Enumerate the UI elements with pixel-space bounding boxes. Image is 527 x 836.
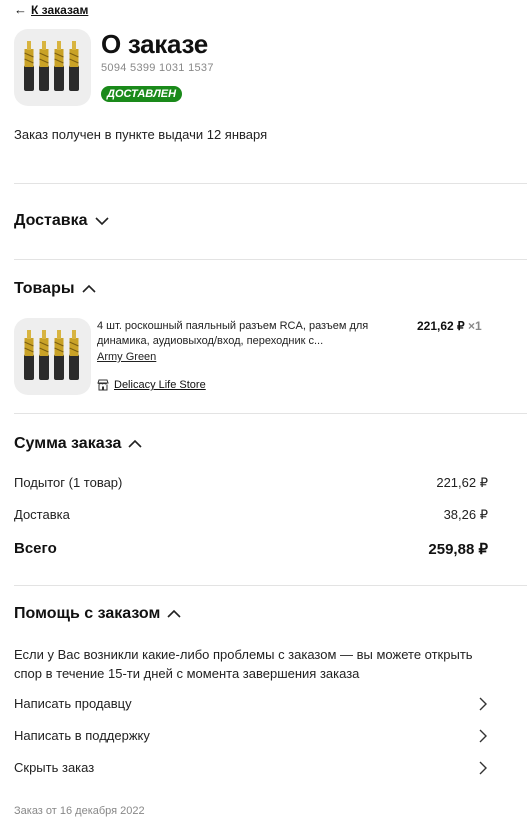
chevron-right-icon [479,729,487,742]
contact-seller-label: Написать продавцу [14,696,132,711]
product-name[interactable]: 4 шт. роскошный паяльный разъем RCA, раз… [97,319,397,349]
section-items-toggle[interactable]: Товары [14,280,97,298]
delivery-label: Доставка [14,507,70,522]
back-link-label: К заказам [31,2,89,17]
product-variant[interactable]: Army Green [97,351,156,363]
chevron-right-icon [479,761,487,774]
order-number: 5094 5399 1031 1537 [101,62,214,74]
chevron-up-icon [81,284,96,293]
page-title: О заказе [101,29,208,59]
summary-subtotal-row: Подытог (1 товар) 221,62 ₽ [14,475,488,491]
total-label: Всего [14,540,57,557]
section-delivery-toggle[interactable]: Доставка [14,212,110,230]
contact-support-link[interactable]: Написать в поддержку [14,728,488,743]
divider [14,413,527,414]
rca-connectors-image [24,330,79,380]
section-delivery-title: Доставка [14,212,88,229]
back-link[interactable]: ← К заказам [14,2,88,17]
section-summary-toggle[interactable]: Сумма заказа [14,435,143,453]
subtotal-label: Подытог (1 товар) [14,475,123,490]
hide-order-label: Скрыть заказ [14,760,95,775]
store-name: Delicacy Life Store [114,379,206,391]
store-icon [97,379,109,391]
summary-delivery-row: Доставка 38,26 ₽ [14,507,488,523]
divider [14,183,527,184]
subtotal-value: 221,62 ₽ [436,475,488,490]
product-price: 221,62 ₽ [417,319,465,333]
chevron-up-icon [128,439,143,448]
help-description: Если у Вас возникли какие-либо проблемы … [14,647,473,681]
divider [14,259,527,260]
store-link[interactable]: Delicacy Life Store [97,379,206,391]
arrow-left-icon: ← [14,2,27,17]
chevron-down-icon [94,217,109,226]
contact-support-label: Написать в поддержку [14,728,150,743]
total-value: 259,88 ₽ [428,541,488,558]
product-price-block: 221,62 ₽ ×1 [417,319,482,333]
section-help-toggle[interactable]: Помощь с заказом [14,605,182,623]
delivery-value: 38,26 ₽ [443,507,488,522]
chevron-right-icon [479,697,487,710]
section-help-title: Помощь с заказом [14,605,161,622]
order-date: Заказ от 16 декабря 2022 [14,805,145,817]
hide-order-link[interactable]: Скрыть заказ [14,760,488,775]
product-quantity: ×1 [468,319,482,333]
rca-connectors-image [24,41,79,91]
status-badge: ДОСТАВЛЕН [101,86,183,102]
divider [14,585,527,586]
summary-total-row: Всего 259,88 ₽ [14,540,488,558]
section-summary-title: Сумма заказа [14,435,122,452]
product-thumbnail[interactable] [14,318,91,395]
chevron-up-icon [167,609,181,618]
delivery-status-text: Заказ получен в пункте выдачи 12 января [14,127,268,142]
section-items-title: Товары [14,280,75,297]
contact-seller-link[interactable]: Написать продавцу [14,696,488,711]
product-image [14,29,91,106]
